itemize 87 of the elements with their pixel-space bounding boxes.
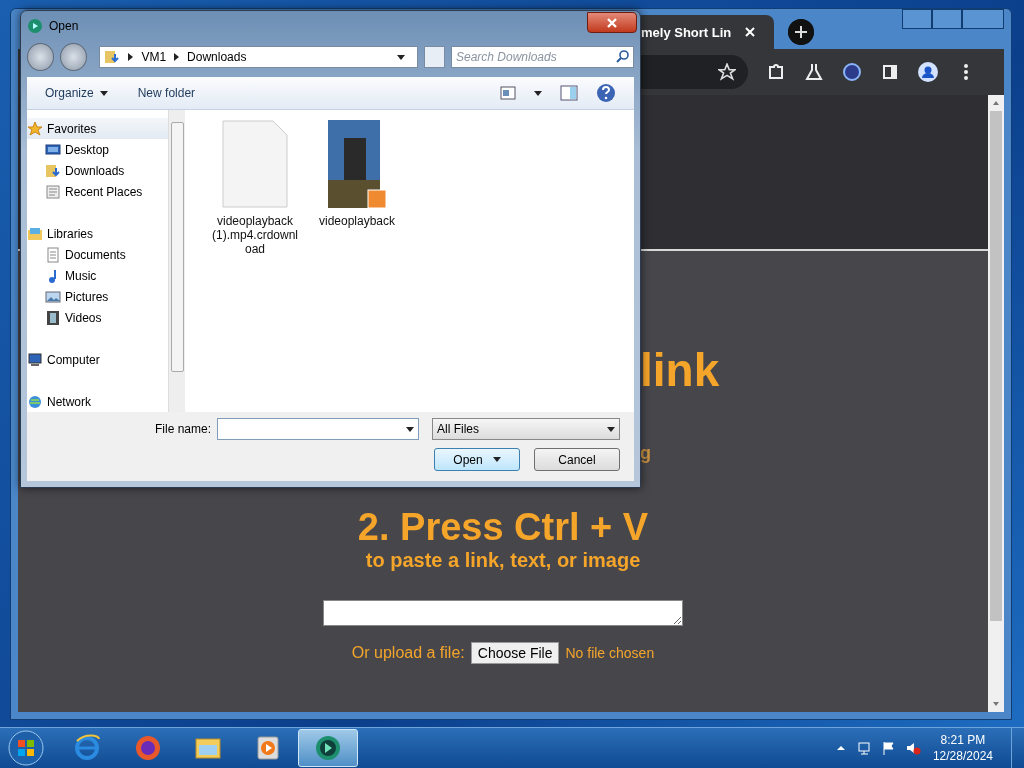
nav-item[interactable]: Downloads xyxy=(27,160,168,181)
close-icon[interactable] xyxy=(745,27,756,37)
sidebar-icon[interactable] xyxy=(880,62,900,82)
nav-item[interactable]: Favorites xyxy=(27,118,168,139)
upload-label: Or upload a file: xyxy=(351,644,465,662)
app-icon xyxy=(27,18,43,34)
dialog-button[interactable]: Cancel xyxy=(534,448,620,471)
step-title: 2. Press Ctrl + V xyxy=(357,506,649,549)
dialog-button[interactable]: Open xyxy=(434,448,520,471)
help-icon[interactable] xyxy=(596,83,616,103)
dropdown-arrow-icon xyxy=(607,426,615,432)
taskbar-app[interactable] xyxy=(298,729,358,767)
start-button[interactable] xyxy=(8,730,44,766)
breadcrumb[interactable]: Downloads xyxy=(187,50,247,64)
network-icon xyxy=(27,393,43,410)
close-icon xyxy=(606,17,618,28)
refresh-button[interactable] xyxy=(423,46,445,68)
computer-icon xyxy=(27,351,43,368)
search-field[interactable]: Search Downloads xyxy=(451,46,634,68)
dropdown-arrow-icon xyxy=(534,90,542,96)
dropdown-arrow-icon xyxy=(406,426,414,432)
file-name-label: File name: xyxy=(154,422,211,436)
address-bar[interactable]: VM1 Downloads xyxy=(99,46,418,68)
play-circle-icon xyxy=(313,733,343,763)
minimize-button[interactable] xyxy=(902,9,932,29)
toolbar-button[interactable]: New folder xyxy=(137,86,196,100)
clock[interactable]: 8:21 PM 12/28/2024 xyxy=(932,733,993,763)
file-name: videoplayback xyxy=(318,214,396,228)
search-icon xyxy=(616,50,629,63)
muted-speaker-icon[interactable] xyxy=(904,740,921,756)
file-status: No file chosen xyxy=(565,645,655,661)
nav-item[interactable]: Videos xyxy=(27,307,168,328)
nav-item[interactable]: Computer xyxy=(27,349,168,370)
breadcrumb[interactable]: VM1 xyxy=(141,50,167,64)
blank-file-icon xyxy=(222,120,288,208)
dropdown-arrow-icon xyxy=(396,54,405,60)
folder-icon xyxy=(104,49,121,65)
download-icon[interactable] xyxy=(842,62,862,82)
nav-item[interactable]: Documents xyxy=(27,244,168,265)
dialog-title: Open xyxy=(49,19,79,33)
heading-text: link xyxy=(640,343,720,397)
pictures-icon xyxy=(45,288,61,305)
dropdown-arrow-icon xyxy=(99,90,108,96)
view-icon[interactable] xyxy=(500,86,516,100)
preview-pane-icon[interactable] xyxy=(560,85,578,101)
forward-button[interactable] xyxy=(60,43,88,71)
back-button[interactable] xyxy=(27,43,55,71)
file-name-field[interactable] xyxy=(217,418,419,440)
downloads-icon xyxy=(45,162,61,179)
flask-icon[interactable] xyxy=(804,62,824,82)
new-tab-icon[interactable] xyxy=(788,19,814,45)
file-item[interactable]: videoplayback (1).mp4.crdownload xyxy=(211,120,299,256)
nav-item[interactable]: Pictures xyxy=(27,286,168,307)
profile-icon[interactable] xyxy=(918,62,938,82)
paste-field[interactable] xyxy=(323,600,683,626)
nav-item[interactable]: Music xyxy=(27,265,168,286)
network-icon[interactable] xyxy=(856,740,873,756)
desktop-icon xyxy=(45,141,61,158)
library-icon xyxy=(27,225,43,242)
browser-e-icon xyxy=(73,733,103,763)
file-name: videoplayback (1).mp4.crdownload xyxy=(211,214,299,256)
date-text: 12/28/2024 xyxy=(932,749,993,763)
documents-icon xyxy=(45,246,61,263)
nav-item[interactable]: Network xyxy=(27,391,168,412)
close-button[interactable] xyxy=(587,12,637,33)
videos-icon xyxy=(45,309,61,326)
maximize-button[interactable] xyxy=(932,9,962,29)
fox-globe-icon xyxy=(133,733,163,763)
dropdown-arrow-icon xyxy=(492,457,501,462)
step-subtitle: to paste a link, text, or image xyxy=(365,549,641,572)
choose-file-button[interactable]: Choose File xyxy=(470,642,560,664)
recent-icon xyxy=(45,183,61,200)
star-icon[interactable] xyxy=(718,63,736,81)
file-type-dropdown[interactable]: All Files xyxy=(432,418,620,440)
nav-item[interactable]: Recent Places xyxy=(27,181,168,202)
flag-icon[interactable] xyxy=(880,740,897,756)
star-icon xyxy=(27,120,43,137)
time-text: 8:21 PM xyxy=(940,733,986,747)
nav-item[interactable]: Libraries xyxy=(27,223,168,244)
instruction-text: g xyxy=(640,443,651,464)
chevron-icon xyxy=(128,53,134,61)
file-item[interactable]: videoplayback xyxy=(313,120,401,228)
toolbar-button[interactable]: Organize xyxy=(45,86,108,100)
nav-item[interactable]: Desktop xyxy=(27,139,168,160)
puzzle-icon[interactable] xyxy=(766,62,786,82)
chevron-icon xyxy=(174,53,180,61)
tab-title: mely Short Lin xyxy=(641,24,732,40)
